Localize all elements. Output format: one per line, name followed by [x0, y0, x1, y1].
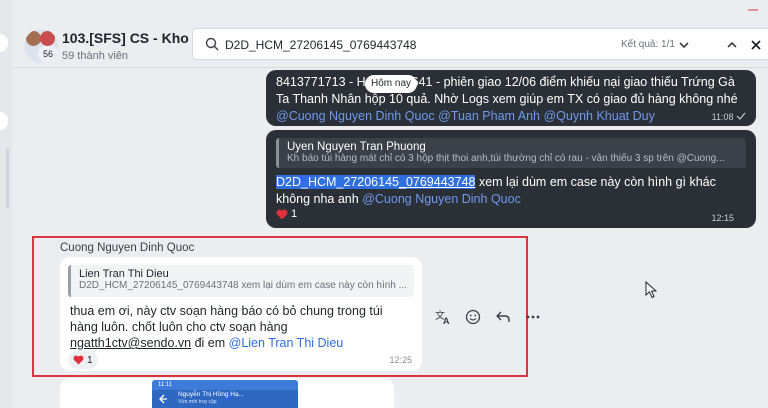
message-time: 12:25 — [389, 355, 412, 365]
date-divider: Hôm nay — [365, 75, 418, 93]
email-link[interactable]: ngatth1ctv@sendo.vn — [70, 336, 191, 350]
search-highlight: D2D_HCM_27206145 — [276, 175, 399, 189]
mention-link[interactable]: @Tuan Pham Anh — [438, 109, 540, 123]
message-time: 11:08 — [712, 112, 746, 122]
reaction-count: 1 — [87, 354, 93, 366]
phone-contact-status: Vừa mới truy cập — [178, 399, 217, 405]
search-highlight[interactable]: _0769443748 — [399, 175, 476, 189]
message-bubble[interactable]: Uyen Nguyen Tran Phuong Kh báo túi hàng … — [266, 130, 756, 228]
mouse-cursor-icon — [645, 281, 657, 299]
chevron-down-icon[interactable] — [673, 34, 695, 56]
mention-link[interactable]: @Quynh Khuat Duy — [543, 109, 654, 123]
quoted-message[interactable]: Uyen Nguyen Tran Phuong Kh báo túi hàng … — [276, 138, 746, 168]
message-text: D2D_HCM_27206145_0769443748 xem lại dùm … — [276, 175, 716, 206]
message-text: 8413771713 - HC 1641 - phiên giao 12/06 đ… — [276, 75, 738, 123]
avatar — [40, 31, 55, 46]
search-input[interactable] — [225, 35, 605, 55]
avatar — [26, 31, 41, 46]
quote-author: Uyen Nguyen Tran Phuong — [287, 141, 426, 153]
reaction-count: 1 — [291, 208, 298, 220]
quote-text: D2D_HCM_27206145_0769443748 xem lại dùm … — [79, 280, 406, 291]
reply-icon[interactable] — [492, 306, 514, 328]
mention-link[interactable]: @Cuong Nguyen Dinh Quoc — [276, 109, 435, 123]
more-icon[interactable] — [522, 306, 544, 328]
back-arrow-icon — [159, 394, 167, 404]
reaction-pill[interactable]: 1 — [68, 351, 98, 369]
heart-icon — [73, 355, 84, 365]
chat-header: 56 103.[SFS] CS - Kho Vận 59 thành viên … — [12, 20, 768, 68]
sender-name[interactable]: Cuong Nguyen Dinh Quoc — [60, 242, 194, 254]
emoji-icon[interactable] — [462, 306, 484, 328]
quote-author: Lien Tran Thi Dieu — [79, 268, 169, 280]
search-icon — [205, 37, 219, 51]
title-bar — [12, 0, 768, 20]
left-scrollbar[interactable] — [6, 148, 9, 208]
message-text: thua em ơi, này ctv soạn hàng báo có bỏ … — [70, 304, 383, 350]
mention-link[interactable]: @Cuong Nguyen Dinh Quoc — [362, 192, 521, 206]
reaction-pill[interactable]: 1 — [276, 208, 297, 220]
message-time: 12:15 — [711, 213, 734, 223]
screenshot-image[interactable]: 11:11 Nguyễn Thị Hồng Hạ... Vừa mới truy… — [152, 380, 298, 408]
check-icon — [736, 112, 746, 120]
phone-contact-name: Nguyễn Thị Hồng Hạ... — [178, 391, 244, 398]
search-result-count: Kết quả: 1/1 — [621, 39, 675, 50]
left-sidebar-strip — [0, 0, 12, 408]
svg-text:A: A — [443, 316, 450, 325]
phone-time: 11:11 — [158, 382, 173, 388]
heart-icon — [276, 209, 288, 219]
close-icon[interactable] — [745, 34, 767, 56]
group-avatar[interactable]: 56 — [24, 29, 58, 63]
chevron-up-icon[interactable] — [721, 34, 743, 56]
member-count[interactable]: 59 thành viên — [62, 50, 128, 62]
message-bubble[interactable]: Lien Tran Thi Dieu D2D_HCM_27206145_0769… — [60, 257, 422, 371]
quoted-message[interactable]: Lien Tran Thi Dieu D2D_HCM_27206145_0769… — [68, 265, 414, 297]
left-tab-indicator[interactable] — [0, 112, 8, 130]
mention-link[interactable]: @Lien Tran Thi Dieu — [229, 336, 344, 350]
quote-text: Kh báo túi hàng mát chỉ có 3 hộp thịt th… — [287, 153, 725, 164]
minimize-icon[interactable] — [738, 0, 768, 20]
member-badge: 56 — [38, 46, 58, 62]
message-search-bar: Kết quả: 1/1 — [192, 28, 768, 60]
message-bubble[interactable]: 8413771713 - HC 1641 - phiên giao 12/06 đ… — [266, 70, 756, 126]
translate-icon[interactable]: 文 A — [432, 306, 454, 328]
left-tab-indicator[interactable] — [0, 34, 8, 52]
message-actions: 文 A — [432, 306, 544, 328]
